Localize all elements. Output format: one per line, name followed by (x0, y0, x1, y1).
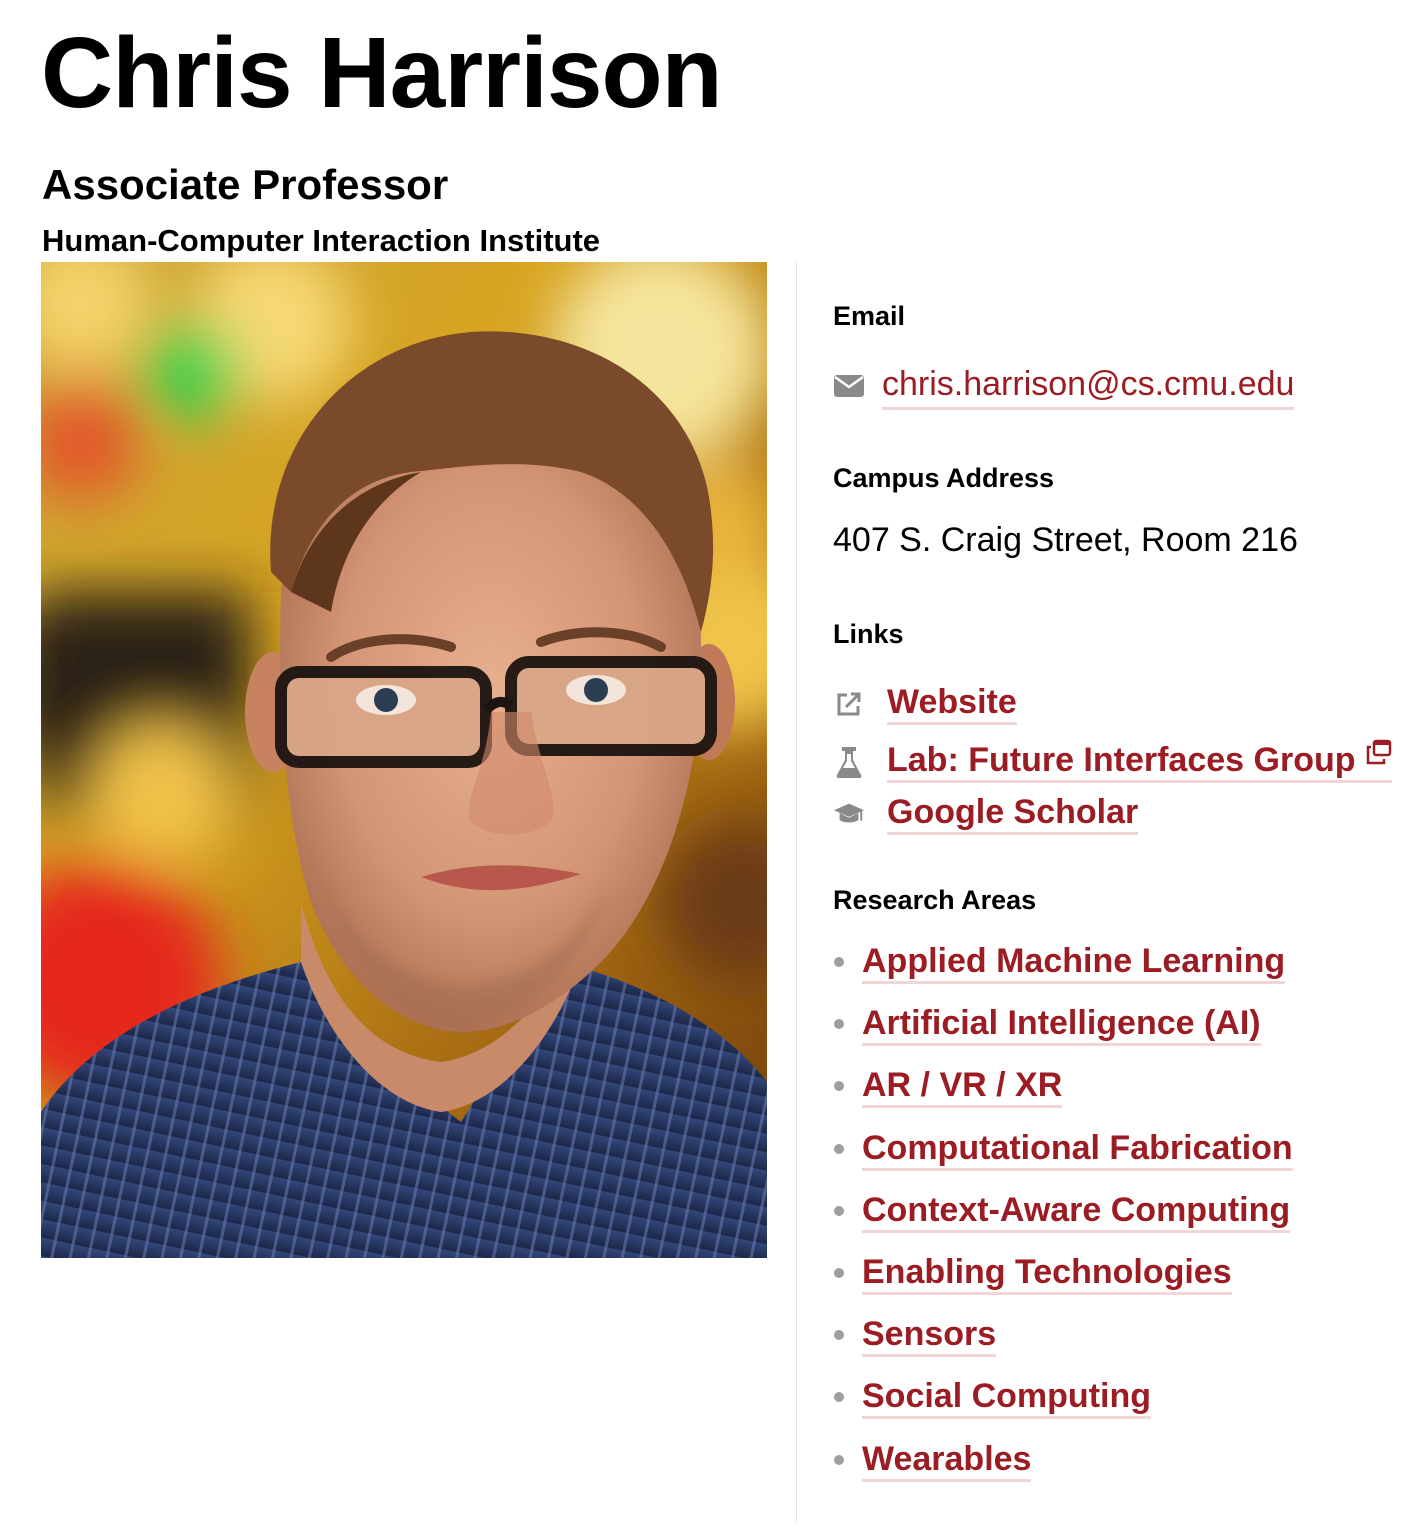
list-item: Applied Machine Learning (833, 936, 1393, 998)
research-area-link[interactable]: Social Computing (862, 1377, 1151, 1420)
lab-link[interactable]: Lab: Future Interfaces Group (887, 739, 1392, 783)
campus-address-label: Campus Address (833, 463, 1055, 493)
external-link-icon (833, 688, 865, 720)
campus-address: 407 S. Craig Street, Room 216 (833, 521, 1298, 559)
links-list: Website Lab: Future Interfaces Group Goo… (833, 676, 1393, 838)
research-areas-list: Applied Machine Learning Artificial Inte… (833, 936, 1393, 1496)
list-item: Social Computing (833, 1371, 1393, 1433)
envelope-icon (833, 370, 865, 402)
research-areas-label: Research Areas (833, 885, 1037, 915)
research-area-link[interactable]: Context-Aware Computing (862, 1190, 1291, 1233)
profile-photo (41, 262, 767, 1258)
research-area-link[interactable]: AR / VR / XR (862, 1066, 1063, 1109)
research-area-link[interactable]: Wearables (862, 1439, 1032, 1482)
list-item: AR / VR / XR (833, 1060, 1393, 1122)
research-area-link[interactable]: Enabling Technologies (862, 1252, 1232, 1295)
link-item-google-scholar: Google Scholar (833, 786, 1393, 838)
link-item-lab: Lab: Future Interfaces Group (833, 728, 1393, 786)
profile-title: Associate Professor (42, 161, 449, 208)
research-area-link[interactable]: Computational Fabrication (862, 1128, 1293, 1171)
flask-icon (833, 746, 865, 779)
list-item: Sensors (833, 1309, 1393, 1371)
research-area-link[interactable]: Sensors (862, 1315, 997, 1358)
lab-link-label: Lab: Future Interfaces Group (887, 741, 1356, 779)
profile-department: Human-Computer Interaction Institute (42, 223, 601, 258)
website-link[interactable]: Website (887, 683, 1017, 725)
link-item-website: Website (833, 676, 1393, 728)
column-divider (796, 262, 797, 1522)
list-item: Artificial Intelligence (AI) (833, 998, 1393, 1060)
links-label: Links (833, 619, 904, 649)
google-scholar-link[interactable]: Google Scholar (887, 793, 1139, 835)
research-area-link[interactable]: Applied Machine Learning (862, 942, 1286, 984)
research-area-link[interactable]: Artificial Intelligence (AI) (862, 1004, 1261, 1047)
profile-sidebar: Email chris.harrison@cs.cmu.edu Campus A… (833, 300, 1393, 1496)
list-item: Computational Fabrication (833, 1123, 1393, 1185)
list-item: Wearables (833, 1434, 1393, 1496)
list-item: Context-Aware Computing (833, 1185, 1393, 1247)
email-row: chris.harrison@cs.cmu.edu (833, 362, 1393, 410)
email-label: Email (833, 301, 906, 331)
new-window-icon (1366, 728, 1392, 780)
email-link[interactable]: chris.harrison@cs.cmu.edu (882, 362, 1295, 410)
list-item: Enabling Technologies (833, 1247, 1393, 1309)
profile-name: Chris Harrison (41, 17, 723, 129)
profile-page: Chris Harrison Associate Professor Human… (0, 0, 1416, 1536)
graduation-cap-icon (833, 798, 865, 830)
